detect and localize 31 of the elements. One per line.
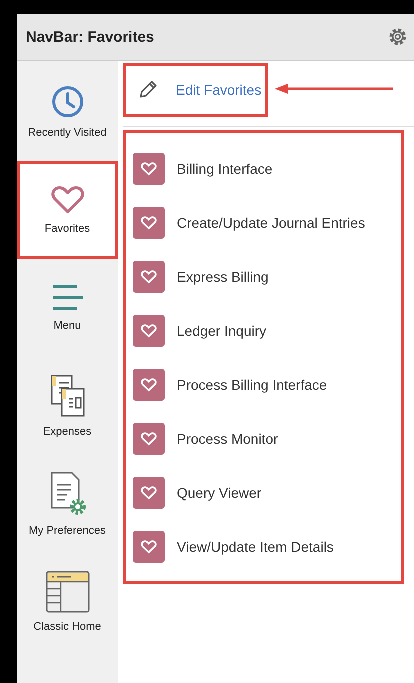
favorite-link[interactable]: Ledger Inquiry (177, 323, 267, 339)
heart-tile-icon (133, 153, 165, 185)
favorite-link[interactable]: Express Billing (177, 269, 269, 285)
edit-favorites-link[interactable]: Edit Favorites (176, 82, 262, 98)
sidebar-item[interactable]: Expenses (17, 357, 118, 455)
heart-tile-icon (133, 477, 165, 509)
heart-tile-icon (133, 207, 165, 239)
heart-tile-icon (133, 531, 165, 563)
sidebar-item[interactable]: My Preferences (17, 455, 118, 553)
heart-tile-icon (133, 315, 165, 347)
heart-tile-icon (133, 369, 165, 401)
sidebar-item[interactable]: Favorites (17, 161, 118, 259)
menu-icon (50, 284, 84, 312)
sidebar-item[interactable]: Menu (17, 259, 118, 357)
heart-tile-icon (133, 261, 165, 293)
sidebar-item[interactable]: Classic Home (17, 553, 118, 651)
favorite-link[interactable]: View/Update Item Details (177, 539, 334, 555)
favorite-link[interactable]: Process Billing Interface (177, 377, 328, 393)
clock-icon (50, 85, 84, 119)
heart-icon (50, 185, 84, 215)
favorite-link[interactable]: Query Viewer (177, 485, 262, 501)
receipts-icon (48, 374, 86, 418)
favorite-link[interactable]: Billing Interface (177, 161, 273, 177)
favorite-link[interactable]: Process Monitor (177, 431, 278, 447)
sidebar-item[interactable]: Recently Visited (17, 63, 118, 161)
window-title: NavBar: Favorites (26, 28, 154, 46)
favorite-link[interactable]: Create/Update Journal Entries (177, 215, 366, 231)
window-layout-icon (46, 571, 90, 613)
settings-icon[interactable] (388, 27, 408, 47)
pencil-icon (138, 80, 158, 100)
heart-tile-icon (133, 423, 165, 455)
